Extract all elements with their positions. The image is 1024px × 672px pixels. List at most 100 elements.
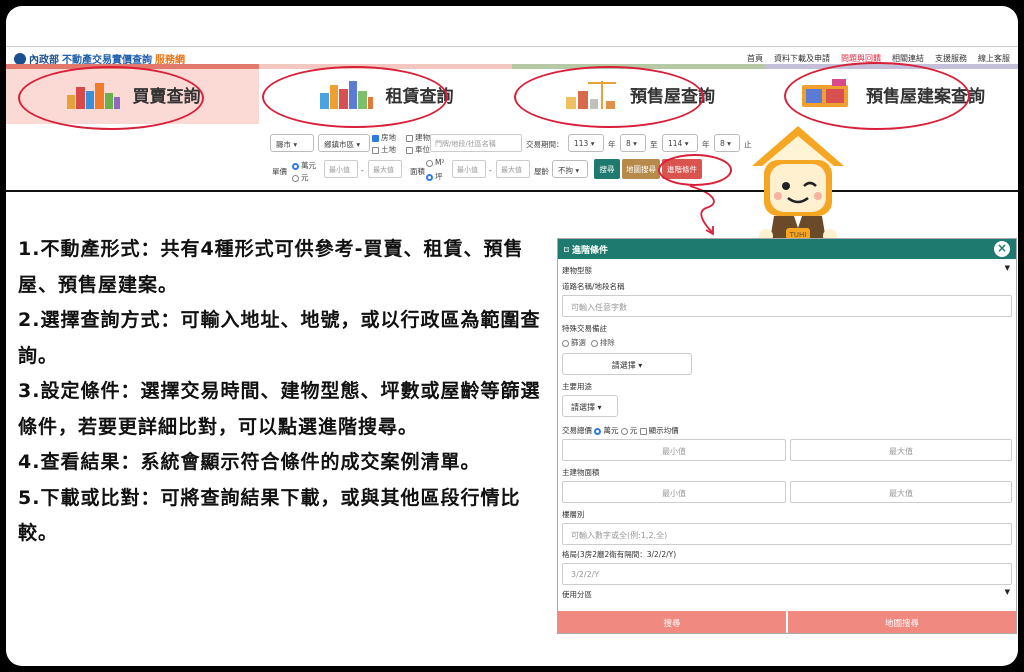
- panel-title: 進階條件: [571, 246, 608, 256]
- year-unit: 年: [702, 140, 710, 149]
- search-filters: 縣市 ▾ 鄉鎮市區 ▾ 房地 建物 土地 車位 門牌/地段/社區名稱 交易期間：…: [6, 124, 1018, 186]
- tab-accent-bar: [512, 64, 765, 69]
- total-wan-radio[interactable]: 萬元: [594, 426, 618, 435]
- year-to-select[interactable]: 114 ▾: [662, 134, 698, 152]
- tab-accent-bar: [6, 64, 259, 69]
- special-radios[interactable]: 篩選 排除: [562, 337, 615, 348]
- step-1: 1.不動產形式：共有4種形式可供參考-買賣、租賃、預售屋、預售屋建案。: [18, 238, 524, 296]
- city-select[interactable]: 縣市 ▾: [270, 134, 314, 152]
- step-4: 4.查看結果：系統會顯示符合條件的成交案例清單。: [18, 451, 481, 473]
- type-building-checkbox[interactable]: 建物: [406, 132, 430, 143]
- unit-yuan-radio[interactable]: 元: [292, 172, 309, 183]
- tab-presale-label: 預售屋查詢: [630, 86, 715, 107]
- chevron-down-icon[interactable]: ▼: [1005, 588, 1010, 596]
- step-2: 2.選擇查詢方式：可輸入地址、地號，或以行政區為範圍查詢。: [18, 309, 541, 367]
- step-3: 3.設定條件：選擇交易時間、建物型態、坪數或屋齡等篩選條件，若要更詳細比對，可以…: [18, 380, 541, 438]
- category-tabs: 買賣查詢 租賃查詢 預售屋查詢 預售屋建案查詢: [6, 64, 1018, 124]
- area-m2-radio[interactable]: M²: [426, 158, 444, 167]
- month-from-select[interactable]: 8 ▾: [620, 134, 646, 152]
- nav-support[interactable]: 支援服務: [935, 53, 967, 64]
- unit-price-label: 單價: [272, 167, 287, 176]
- unit-price-max[interactable]: 最大值: [368, 160, 402, 178]
- type-land-house-checkbox[interactable]: 房地: [372, 132, 396, 143]
- road-input[interactable]: 可輸入任意字數: [562, 295, 1012, 317]
- unit-price-min[interactable]: 最小值: [324, 160, 358, 178]
- nav-online-service[interactable]: 線上客服: [978, 53, 1010, 64]
- tab-rental[interactable]: 租賃查詢: [259, 64, 512, 124]
- search-button[interactable]: 搜尋: [594, 159, 620, 179]
- nav-feedback[interactable]: 問題與回饋: [841, 53, 881, 64]
- year-unit: 年: [608, 140, 616, 149]
- close-icon[interactable]: ×: [994, 241, 1010, 257]
- special-select[interactable]: 請選擇 ▾: [562, 353, 692, 375]
- building-billboard-icon: [802, 79, 848, 107]
- total-label: 交易總價: [562, 426, 592, 435]
- tab-accent-bar: [765, 64, 1018, 69]
- ministry-emblem-icon: [14, 52, 26, 65]
- floor-label: 樓層別: [562, 510, 585, 519]
- nav-home[interactable]: 首頁: [747, 53, 763, 64]
- tab-accent-bar: [259, 64, 512, 69]
- tab-presale-project[interactable]: 預售屋建案查詢: [765, 64, 1018, 124]
- total-max[interactable]: 最大值: [790, 439, 1012, 461]
- advanced-panel: ⌑ 進階條件 × 建物型態 ▼ 道路名稱/地段名稱 可輸入任意字數 特殊交易備註…: [557, 238, 1017, 634]
- step-5: 5.下載或比對：可將查詢結果下載，或與其他區段行情比較。: [18, 486, 521, 545]
- construction-crane-icon: [566, 81, 616, 109]
- panel-icon: ⌑: [564, 246, 572, 256]
- section-divider: [6, 190, 1018, 192]
- age-select[interactable]: 不拘 ▾: [552, 160, 588, 178]
- unit-wan-radio[interactable]: 萬元: [292, 160, 316, 171]
- map-search-button[interactable]: 地圖搜尋: [622, 159, 660, 179]
- layout-label: 格局(3房2廳2衛有隔間：3/2/2/Y): [562, 550, 677, 559]
- total-min[interactable]: 最小值: [562, 439, 786, 461]
- chevron-down-icon[interactable]: ▼: [1005, 264, 1010, 272]
- main-area-label: 主建物面積: [562, 468, 600, 477]
- total-yuan-radio[interactable]: 元: [620, 426, 637, 435]
- tab-rental-label: 租賃查詢: [385, 86, 454, 107]
- district-select[interactable]: 鄉鎮市區 ▾: [318, 134, 370, 152]
- total-price-row: 交易總價 萬元 元 顯示均價: [562, 425, 679, 436]
- nav-download[interactable]: 資料下載及申請: [774, 53, 830, 64]
- building-type-label[interactable]: 建物型態: [562, 265, 592, 276]
- panel-actions: 搜尋 地圖搜尋: [558, 611, 1016, 633]
- area-max[interactable]: 最大值: [496, 160, 530, 178]
- special-label: 特殊交易備註: [562, 324, 607, 333]
- tab-sale[interactable]: 買賣查詢: [6, 64, 259, 124]
- curved-arrow-icon: [689, 185, 715, 236]
- nav-related-links[interactable]: 相關連結: [892, 53, 924, 64]
- usage-label: 主要用途: [562, 382, 592, 391]
- area-label: 面積: [410, 167, 425, 176]
- zone-label[interactable]: 使用分區: [562, 589, 592, 600]
- area-min-input[interactable]: 最小值: [562, 481, 786, 503]
- instruction-list: 1.不動產形式：共有4種形式可供參考-買賣、租賃、預售屋、預售屋建案。 2.選擇…: [18, 232, 558, 552]
- advanced-button[interactable]: 進階條件: [662, 159, 702, 179]
- year-from-select[interactable]: 113 ▾: [568, 134, 604, 152]
- tutorial-card: 內政部 不動產交易實價查詢 服務網 首頁 資料下載及申請 問題與回饋 相關連結 支…: [6, 6, 1018, 666]
- area-ping-radio[interactable]: 坪: [426, 171, 443, 182]
- month-to-select[interactable]: 8 ▾: [714, 134, 740, 152]
- type-land-checkbox[interactable]: 土地: [372, 144, 396, 155]
- area-max-input[interactable]: 最大值: [790, 481, 1012, 503]
- panel-header: ⌑ 進階條件 ×: [558, 239, 1016, 259]
- city-buildings-icon: [319, 81, 373, 109]
- city-buildings-icon: [66, 83, 120, 109]
- range-dash: -: [489, 166, 492, 175]
- panel-map-search-button[interactable]: 地圖搜尋: [786, 611, 1016, 633]
- floor-input[interactable]: 可輸入數字或全(例:1,2,全): [562, 523, 1012, 545]
- tab-presale[interactable]: 預售屋查詢: [512, 64, 765, 124]
- top-nav: 首頁 資料下載及申請 問題與回饋 相關連結 支援服務 線上客服: [747, 53, 1010, 64]
- layout-input[interactable]: 3/2/2/Y: [562, 563, 1012, 585]
- area-min[interactable]: 最小值: [452, 160, 486, 178]
- tab-presale-project-label: 預售屋建案查詢: [866, 86, 985, 107]
- address-input[interactable]: 門牌/地段/社區名稱: [430, 134, 522, 152]
- usage-select[interactable]: 請選擇 ▾: [562, 395, 618, 417]
- house-mascot-icon: TUHI: [752, 126, 844, 252]
- period-label: 交易期間：: [526, 140, 564, 149]
- range-dash: -: [361, 166, 364, 175]
- type-parking-checkbox[interactable]: 車位: [406, 144, 430, 155]
- tab-sale-label: 買賣查詢: [132, 86, 201, 107]
- road-label: 道路名稱/地段名稱: [562, 282, 625, 291]
- show-avg-checkbox[interactable]: 顯示均價: [639, 426, 679, 435]
- panel-search-button[interactable]: 搜尋: [558, 611, 786, 633]
- age-label: 屋齡: [534, 167, 549, 176]
